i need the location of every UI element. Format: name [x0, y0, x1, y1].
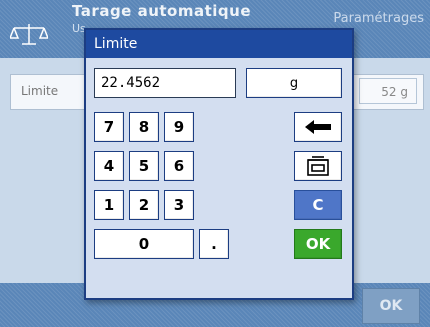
key-0[interactable]: 0	[94, 229, 194, 259]
limit-dialog: Limite 22.4562 g 7 8 9 4 5 6 1 2 3 0 . C…	[84, 28, 354, 300]
key-5[interactable]: 5	[129, 151, 159, 181]
key-4[interactable]: 4	[94, 151, 124, 181]
key-6[interactable]: 6	[164, 151, 194, 181]
key-2[interactable]: 2	[129, 190, 159, 220]
key-7[interactable]: 7	[94, 112, 124, 142]
unit-button[interactable]: g	[246, 68, 342, 98]
key-9[interactable]: 9	[164, 112, 194, 142]
tare-weight-icon	[307, 156, 329, 176]
tare-button[interactable]	[294, 151, 342, 181]
background-title: Tarage automatique	[72, 2, 252, 20]
backspace-arrow-icon	[305, 120, 331, 134]
key-3[interactable]: 3	[164, 190, 194, 220]
dialog-title: Limite	[86, 30, 352, 58]
ok-button[interactable]: OK	[294, 229, 342, 259]
key-decimal-point[interactable]: .	[199, 229, 229, 259]
limit-value-input[interactable]: 22.4562	[94, 68, 236, 98]
key-8[interactable]: 8	[129, 112, 159, 142]
clear-button[interactable]: C	[294, 190, 342, 220]
background-ok-button: OK	[362, 288, 420, 324]
background-section-title: Paramétrages	[333, 11, 424, 26]
key-1[interactable]: 1	[94, 190, 124, 220]
background-limit-value: 52 g	[359, 78, 417, 104]
backspace-button[interactable]	[294, 112, 342, 142]
scale-logo-icon	[10, 24, 48, 45]
background-limit-label: Limite	[21, 84, 59, 98]
